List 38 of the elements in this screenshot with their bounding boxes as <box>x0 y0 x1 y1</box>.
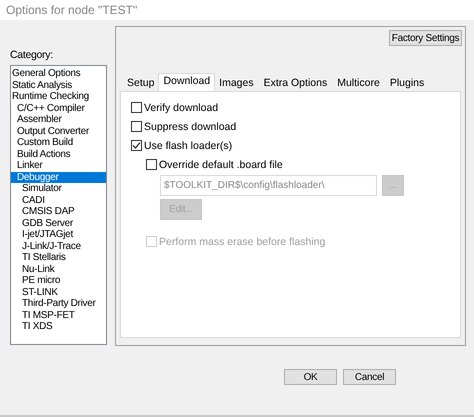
checkbox-option[interactable]: Suppress download <box>131 120 236 133</box>
category-item[interactable]: TI XDS <box>11 321 106 332</box>
category-item[interactable]: J-Link/J-Trace <box>11 240 106 252</box>
checkbox-option[interactable]: Use flash loader(s) <box>131 139 232 152</box>
checkbox[interactable] <box>131 121 142 132</box>
category-item[interactable]: CADI <box>11 194 106 206</box>
category-item[interactable]: TI MSP-FET <box>11 310 106 321</box>
category-item[interactable]: General Options <box>11 68 106 80</box>
checkbox-option[interactable]: Override default .board file <box>146 158 283 171</box>
category-item[interactable]: CMSIS DAP <box>11 206 106 218</box>
window-title: Options for node "TEST" <box>0 0 474 20</box>
category-item[interactable]: Debugger <box>11 172 106 183</box>
category-item[interactable]: Static Analysis <box>11 80 106 91</box>
checkmark-icon <box>132 141 141 150</box>
checkbox[interactable] <box>131 102 142 113</box>
category-item[interactable]: C/C++ Compiler <box>11 102 106 114</box>
category-item[interactable]: Assembler <box>11 114 106 126</box>
category-item[interactable]: TI Stellaris <box>11 252 106 264</box>
category-item[interactable]: Runtime Checking <box>11 91 106 102</box>
category-item[interactable]: Linker <box>11 160 106 172</box>
checkbox[interactable] <box>146 159 157 170</box>
category-label: Category: <box>10 49 54 61</box>
checkbox[interactable] <box>131 140 142 151</box>
cancel-button[interactable]: Cancel <box>343 369 396 385</box>
category-item[interactable]: PE micro <box>11 275 106 286</box>
ok-button[interactable]: OK <box>284 369 337 385</box>
category-item[interactable]: Nu-Link <box>11 264 106 275</box>
checkbox-option[interactable]: Verify download <box>131 101 218 114</box>
tab[interactable]: Download <box>158 73 216 91</box>
factory-settings-button[interactable]: Factory Settings <box>389 30 462 46</box>
category-item[interactable]: Simulator <box>11 183 106 194</box>
category-item[interactable]: ST-LINK <box>11 286 106 298</box>
category-item[interactable]: Output Converter <box>11 126 106 137</box>
category-item[interactable]: Custom Build <box>11 137 106 148</box>
category-item[interactable]: GDB Server <box>11 218 106 229</box>
category-item[interactable]: Build Actions <box>11 148 106 160</box>
category-item[interactable]: Third-Party Driver <box>11 298 106 310</box>
category-item[interactable]: I-jet/JTAGjet <box>11 229 106 240</box>
